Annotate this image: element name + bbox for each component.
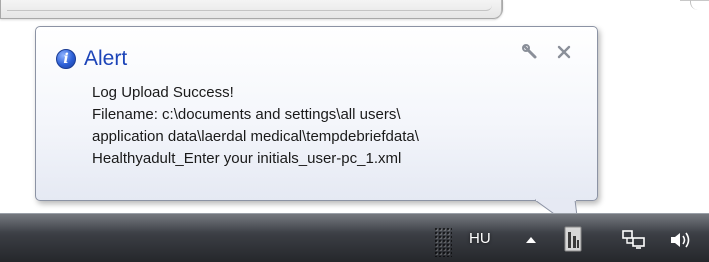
show-hidden-icons-arrow-icon[interactable] <box>523 230 539 250</box>
notification-balloon[interactable]: i Alert Log Upload Success! Filename: c:… <box>35 26 598 201</box>
notification-controls <box>521 43 573 61</box>
wrench-icon[interactable] <box>521 43 539 61</box>
notification-header: i Alert <box>56 45 127 73</box>
message-line: Healthyadult_Enter your initials_user-pc… <box>92 150 402 167</box>
message-line: application data\laerdal medical\tempdeb… <box>92 128 419 145</box>
message-line: Filename: c:\documents and settings\all … <box>92 106 401 123</box>
background-window-corner <box>487 0 502 20</box>
taskbar: HU <box>0 213 709 262</box>
network-icon[interactable] <box>621 228 647 252</box>
taskbar-glow <box>0 214 709 232</box>
close-icon[interactable] <box>555 43 573 61</box>
notification-title: Alert <box>84 47 128 70</box>
background-window-edge <box>0 0 503 19</box>
taskbar-grip[interactable] <box>434 227 452 257</box>
language-indicator[interactable]: HU <box>469 227 491 251</box>
message-line: Log Upload Success! <box>92 84 234 101</box>
background-window-inner-edge <box>7 0 492 11</box>
volume-icon[interactable] <box>668 228 694 252</box>
info-icon: i <box>56 49 76 69</box>
notification-message: Log Upload Success! Filename: c:\documen… <box>92 82 419 170</box>
background-window-right-corner <box>690 0 709 10</box>
application-tray-icon[interactable] <box>562 224 584 254</box>
